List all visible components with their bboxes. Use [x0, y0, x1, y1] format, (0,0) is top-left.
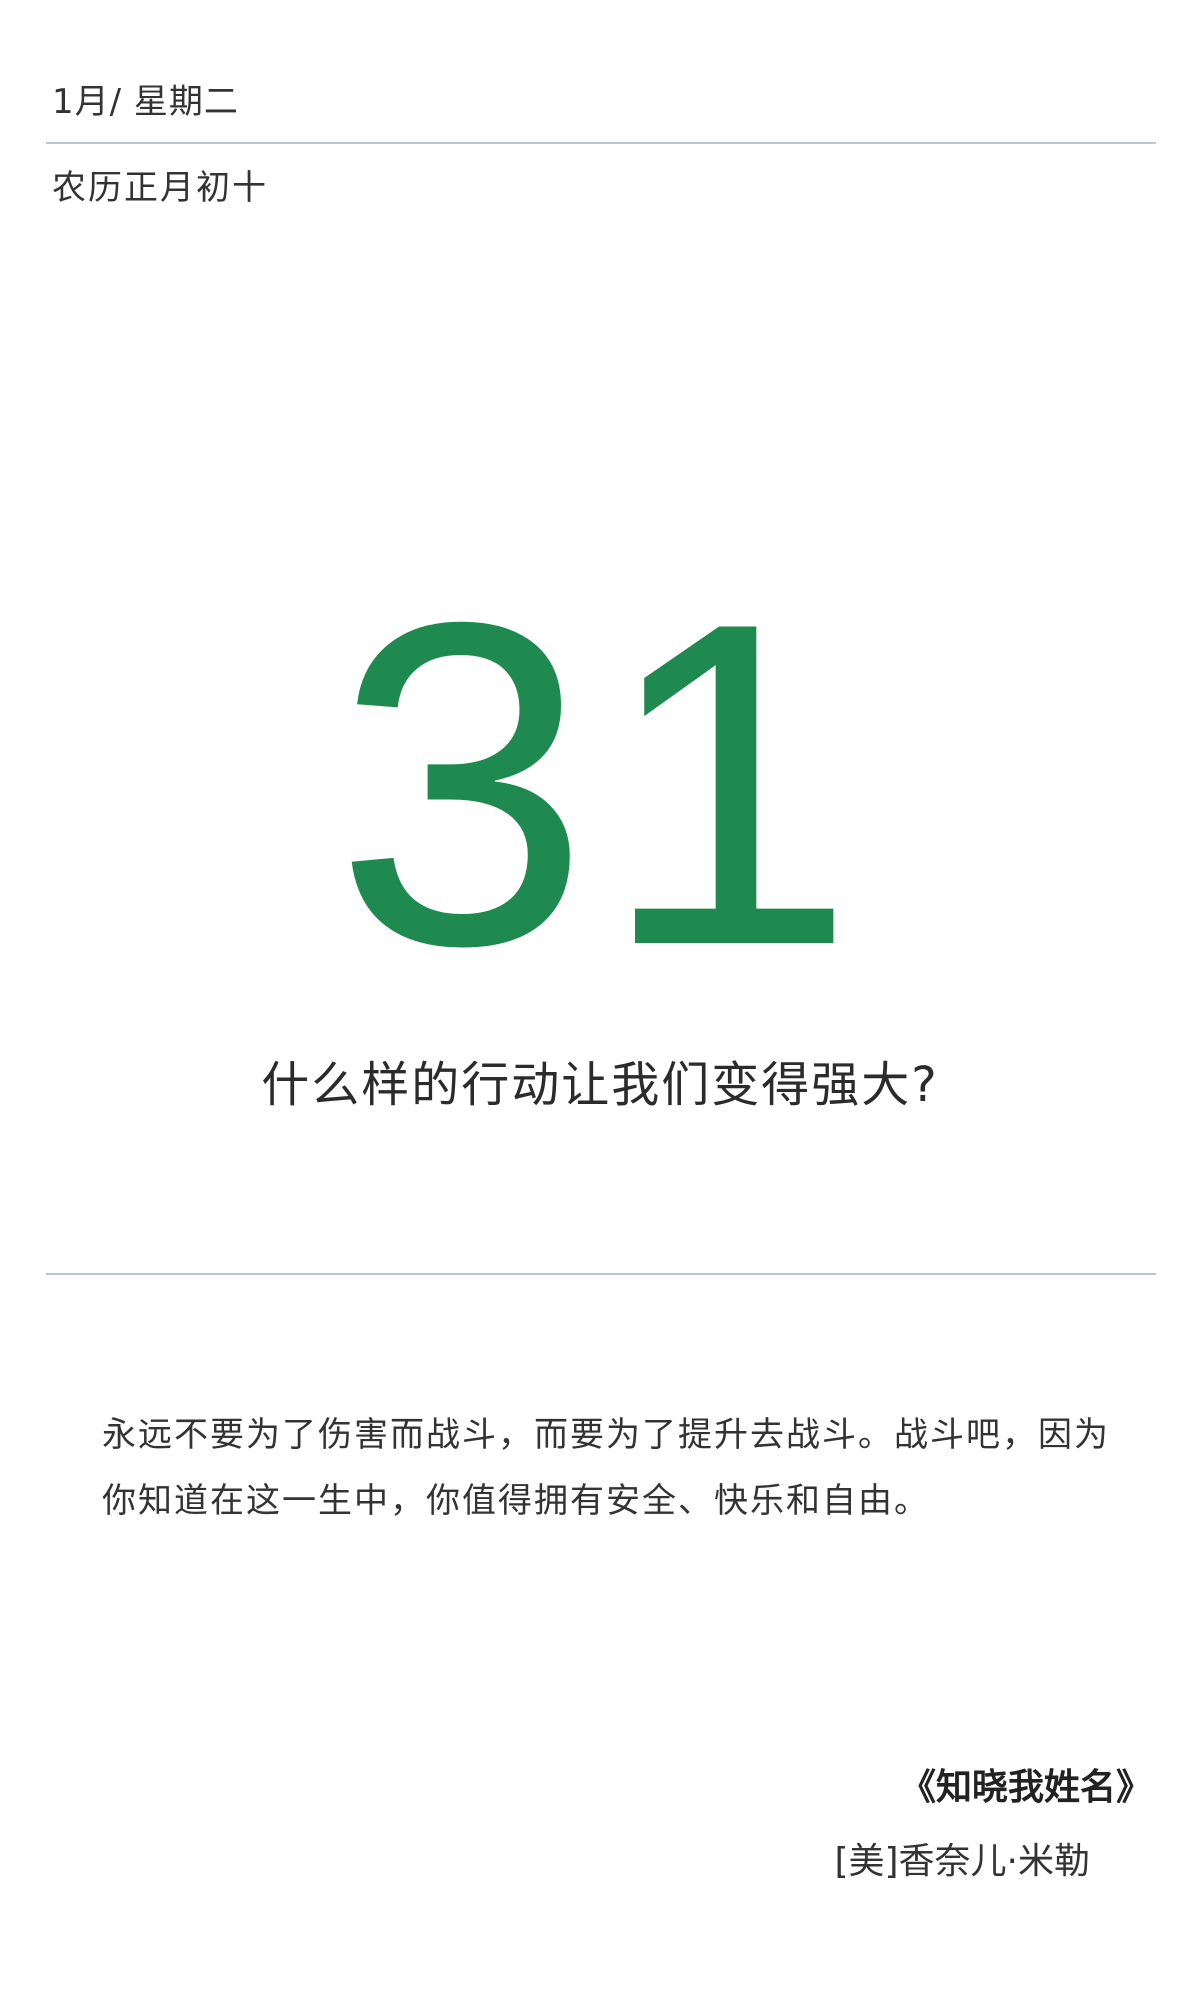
lunar-date-label: 农历正月初十 [52, 168, 268, 208]
day-number: 31 [334, 528, 866, 1041]
author-name: [美]香奈儿·米勒 [834, 1841, 1090, 1882]
top-divider [46, 142, 1156, 144]
book-title: 《知晓我姓名》 [899, 1767, 1152, 1808]
middle-divider [46, 1273, 1156, 1275]
question-heading: 什么样的行动让我们变得强大? [261, 1057, 939, 1113]
month-weekday-label: 1月/ 星期二 [52, 82, 239, 122]
quote-text: 永远不要为了伤害而战斗，而要为了提升去战斗。战斗吧，因为 你知道在这一生中，你值… [102, 1402, 1122, 1534]
quote-line: 永远不要为了伤害而战斗，而要为了提升去战斗。战斗吧，因为 [102, 1415, 1110, 1455]
quote-line: 你知道在这一生中，你值得拥有安全、快乐和自由。 [102, 1481, 930, 1521]
